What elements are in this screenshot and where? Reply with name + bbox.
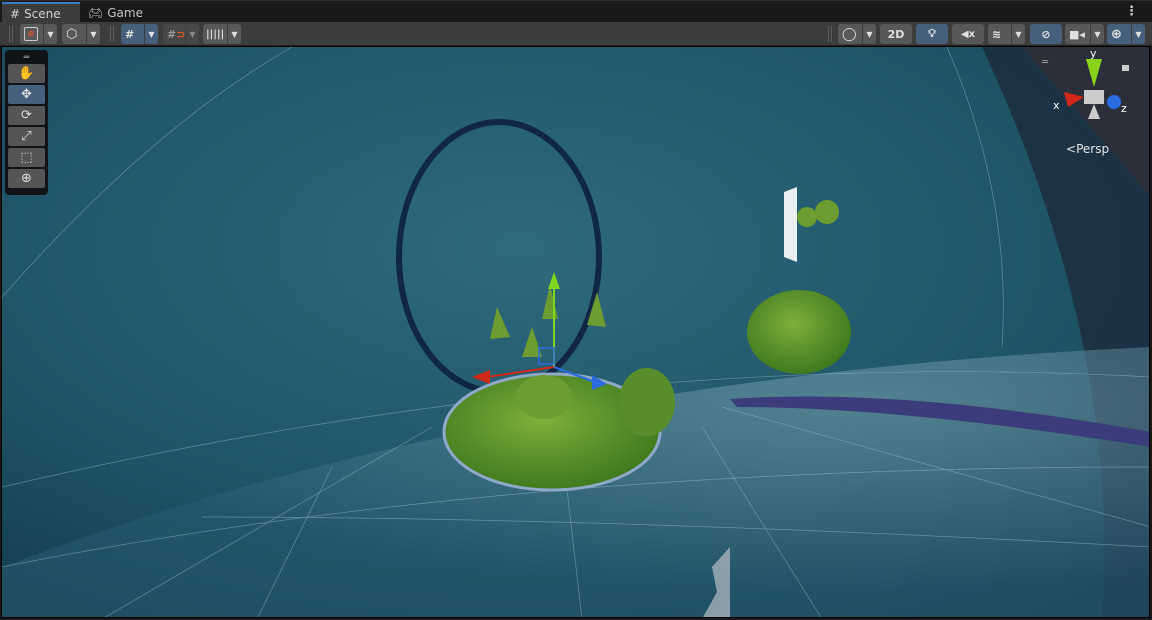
audio-toggle-button[interactable]: ◀x xyxy=(952,24,984,44)
tab-game[interactable]: 🎮︎ Game xyxy=(80,2,148,23)
draw-mode-button[interactable]: ⌀ ▼ xyxy=(20,24,57,44)
chevron-left-icon: < xyxy=(1066,142,1077,156)
effects-icon: ≋ xyxy=(992,27,1002,41)
palette-drag-handle[interactable]: ═ xyxy=(8,52,45,64)
rotate-tool-button[interactable]: ⟳ xyxy=(8,106,45,125)
tab-scene[interactable]: # Scene xyxy=(2,2,80,23)
incremental-snap-button[interactable]: #⊃ ▼ xyxy=(163,24,199,44)
effects-button[interactable]: ≋ ▼ xyxy=(988,24,1025,44)
2d-toggle-button[interactable]: 2D xyxy=(880,24,912,44)
move-icon: ✥ xyxy=(21,87,32,102)
tab-bar: # Scene 🎮︎ Game ⋮ xyxy=(0,0,1152,23)
chevron-down-icon[interactable]: ▼ xyxy=(1011,24,1025,44)
chevron-down-icon[interactable]: ▼ xyxy=(862,24,876,44)
snap-magnet-icon: #⊃ xyxy=(167,27,186,41)
camera-icon: ■◂ xyxy=(1069,27,1085,41)
chevron-down-icon[interactable]: ▼ xyxy=(185,24,199,44)
svg-text:═: ═ xyxy=(1041,57,1049,68)
chevron-down-icon[interactable]: ▼ xyxy=(86,24,100,44)
cube-icon: ⬡ xyxy=(66,26,78,42)
toolbar-grip[interactable] xyxy=(828,26,832,42)
scene-toolbar: ⌀ ▼ ⬡ ▼ # ▼ #⊃ ▼ ||||| ▼ ◯ ▼ 2D 💡︎ ◀x ≋ ▼ ⊘ ■◂ ▼… xyxy=(0,22,1152,46)
hand-tool-button[interactable]: ✋ xyxy=(8,64,45,83)
scene-visibility-button[interactable]: ⊘ xyxy=(1030,24,1062,44)
toolbar-grip[interactable] xyxy=(110,26,114,42)
grid-snap-icon: # xyxy=(125,27,135,41)
transform-icon: ⊕ xyxy=(21,171,32,186)
toolbar-grip[interactable] xyxy=(9,26,13,42)
chevron-down-icon[interactable]: ▼ xyxy=(1131,24,1145,44)
ruler-icon: ||||| xyxy=(206,28,225,40)
rotate-icon: ⟳ xyxy=(21,108,32,123)
hand-icon: ✋ xyxy=(18,66,35,81)
chevron-down-icon[interactable]: ▼ xyxy=(144,24,158,44)
grid-snapping-button[interactable]: # ▼ xyxy=(121,24,158,44)
audio-mute-icon: ◀x xyxy=(960,28,976,40)
scale-tool-button[interactable]: ⤢ xyxy=(8,127,45,146)
bulb-icon: 💡︎ xyxy=(928,27,936,40)
transform-tool-button[interactable]: ⊕ xyxy=(8,169,45,188)
eye-hidden-icon: ⊘ xyxy=(1041,27,1051,41)
projection-toggle[interactable]: <Persp xyxy=(1066,142,1109,156)
camera-settings-button[interactable]: ■◂ ▼ xyxy=(1065,24,1104,44)
shading-mode-button[interactable]: ◯ ▼ xyxy=(838,24,876,44)
lighting-toggle-button[interactable]: 💡︎ xyxy=(916,24,948,44)
scale-icon: ⤢ xyxy=(21,129,32,144)
render-mode-button[interactable]: ⬡ ▼ xyxy=(62,24,100,44)
gizmos-button[interactable]: ⊕ ▼ xyxy=(1107,24,1145,44)
scene-render[interactable]: ═ y x z xyxy=(2,47,1150,618)
more-options-icon[interactable]: ⋮ xyxy=(1125,5,1138,18)
chevron-down-icon[interactable]: ▼ xyxy=(1090,24,1104,44)
axis-y-label: y xyxy=(1090,47,1097,60)
rect-tool-button[interactable]: ⬚ xyxy=(8,148,45,167)
scene-viewport[interactable]: ═ y x z xyxy=(1,46,1150,618)
move-tool-button[interactable]: ✥ xyxy=(8,85,45,104)
chevron-down-icon[interactable]: ▼ xyxy=(227,24,241,44)
tool-palette: ═ ✋ ✥ ⟳ ⤢ ⬚ ⊕ xyxy=(5,50,48,195)
axis-z-label: z xyxy=(1121,102,1127,115)
axis-x-label: x xyxy=(1053,99,1060,112)
gamepad-icon: 🎮︎ xyxy=(88,5,104,20)
gizmos-icon: ⊕ xyxy=(1111,26,1122,42)
ruler-button[interactable]: ||||| ▼ xyxy=(203,24,241,44)
lock-icon xyxy=(1122,65,1129,71)
grid-icon: # xyxy=(10,6,21,21)
shading-icon: ◯ xyxy=(842,26,857,42)
rect-icon: ⬚ xyxy=(20,150,33,165)
gizmo-draw-icon: ⌀ xyxy=(24,27,38,41)
audio-source-icon[interactable] xyxy=(784,187,797,262)
chevron-down-icon[interactable]: ▼ xyxy=(43,24,57,44)
